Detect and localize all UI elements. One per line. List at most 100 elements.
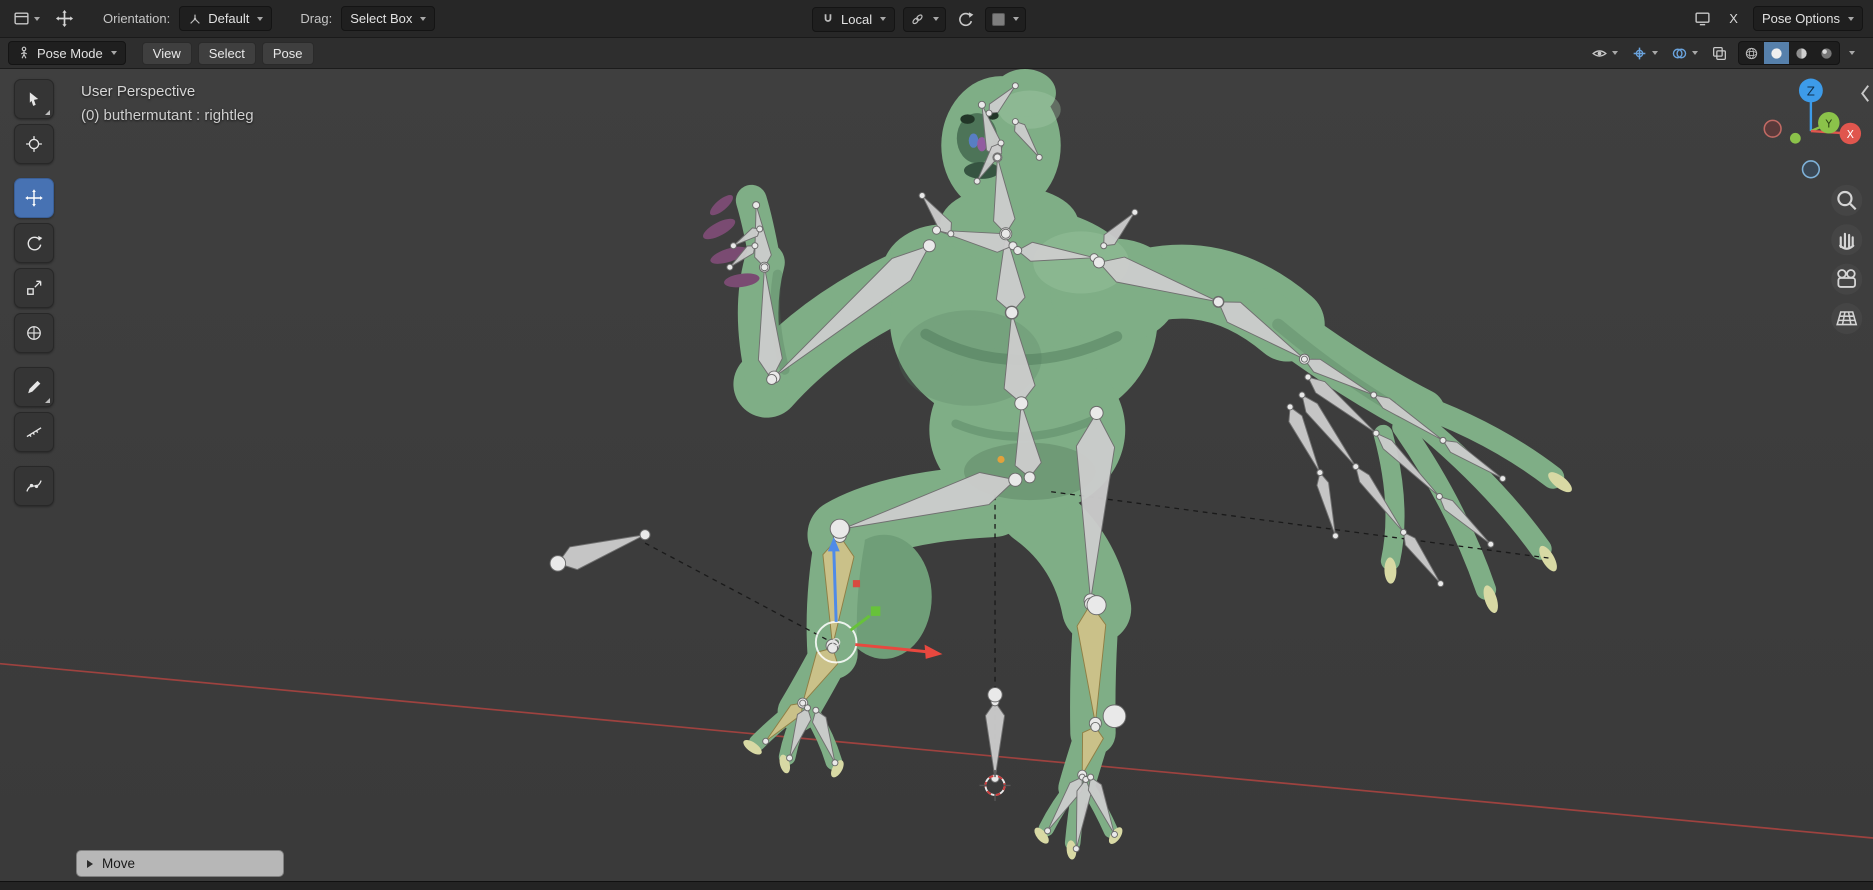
grid-x-axis-line xyxy=(0,662,1873,839)
falloff-swatch-icon xyxy=(992,12,1006,26)
snap-value: Local xyxy=(841,11,873,27)
chevron-down-icon xyxy=(1013,17,1020,21)
wireframe-sphere-icon xyxy=(1745,47,1758,59)
3d-cursor-icon xyxy=(26,136,42,152)
sidebar-toggle-arrow[interactable] xyxy=(1861,85,1869,102)
orthographic-toggle-button[interactable] xyxy=(1831,303,1863,335)
topbar: Orientation: Default Drag: Select Box Lo… xyxy=(0,0,1873,38)
chevron-down-icon xyxy=(880,17,887,21)
shading-material-button[interactable] xyxy=(1789,42,1814,64)
active-object-label: (0) buthermutant : rightleg xyxy=(81,107,254,124)
chevron-down-icon xyxy=(1848,16,1854,21)
expand-arrow-icon xyxy=(87,859,93,868)
camera-view-button[interactable] xyxy=(1831,263,1863,295)
drag-value: Select Box xyxy=(350,11,413,26)
scale-icon xyxy=(27,280,42,295)
pose-options-label: Pose Options xyxy=(1761,11,1840,26)
header-right-cluster xyxy=(1588,41,1865,65)
status-bar-strip xyxy=(0,881,1873,890)
eye-icon xyxy=(1592,49,1607,57)
active-tool-indicator[interactable] xyxy=(52,7,77,30)
rendered-sphere-icon xyxy=(1821,47,1832,59)
falloff-dropdown[interactable] xyxy=(985,6,1027,32)
orientation-icon xyxy=(190,14,201,24)
drag-dropdown[interactable]: Select Box xyxy=(341,6,436,31)
tool-tweak-select[interactable] xyxy=(14,79,54,119)
chevron-down-icon xyxy=(933,17,940,21)
link-icon xyxy=(912,13,923,24)
orientation-value: Default xyxy=(208,11,250,26)
breakdowner-curve-icon xyxy=(26,480,42,492)
gizmo-icon xyxy=(1633,47,1646,59)
snap-magnet-icon xyxy=(824,14,832,22)
snap-with-dropdown[interactable] xyxy=(903,6,947,32)
shading-rendered-button[interactable] xyxy=(1814,42,1839,64)
tool-transform[interactable] xyxy=(14,313,54,353)
proportional-editing-toggle[interactable] xyxy=(954,9,977,30)
viewport-3d[interactable]: Z Y X User Perspective (0) buthermutant … xyxy=(0,69,1873,881)
menu-pose[interactable]: Pose xyxy=(261,41,314,65)
viewport-canvas[interactable]: Z Y X xyxy=(0,69,1873,881)
chevron-down-icon xyxy=(257,16,264,21)
display-icon xyxy=(1695,12,1710,26)
topbar-right-cluster: X Pose Options xyxy=(1691,6,1863,31)
pan-button[interactable] xyxy=(1831,224,1863,256)
view-perspective-label: User Perspective xyxy=(81,83,196,100)
tool-annotate[interactable] xyxy=(14,367,54,407)
close-button[interactable]: X xyxy=(1723,9,1744,28)
snap-dropdown[interactable]: Local xyxy=(812,6,896,32)
tool-scale[interactable] xyxy=(14,268,54,308)
zoom-button[interactable] xyxy=(1831,184,1863,216)
tool-cursor[interactable] xyxy=(14,124,54,164)
shading-wireframe-button[interactable] xyxy=(1739,42,1764,64)
editor-type-icon xyxy=(14,12,29,25)
tool-pose-breakdowner[interactable] xyxy=(14,466,54,506)
visibility-dropdown[interactable] xyxy=(1588,43,1621,64)
axis-ball-z-neg[interactable] xyxy=(1801,160,1821,179)
menu-view[interactable]: View xyxy=(141,41,192,65)
subtool-indicator xyxy=(45,398,50,403)
select-cursor-icon xyxy=(29,92,39,106)
overlays-icon xyxy=(1672,48,1687,58)
creature-body[interactable] xyxy=(700,69,1575,860)
axis-ball-x-neg[interactable] xyxy=(1763,119,1782,138)
tool-measure[interactable] xyxy=(14,412,54,452)
chevron-down-icon xyxy=(1612,51,1618,55)
operator-panel-label: Move xyxy=(102,856,136,871)
move-icon xyxy=(25,189,43,207)
tool-shelf xyxy=(14,79,54,511)
chevron-down-icon xyxy=(420,16,427,21)
tool-move[interactable] xyxy=(14,178,54,218)
chevron-down-icon xyxy=(34,16,40,21)
object-origin-dot xyxy=(997,455,1005,464)
rotate-icon xyxy=(27,235,43,251)
mode-value: Pose Mode xyxy=(37,45,103,61)
shading-mode-group xyxy=(1738,41,1840,65)
orientation-dropdown[interactable]: Default xyxy=(179,6,273,31)
xray-toggle[interactable] xyxy=(1708,43,1731,64)
topbar-center-cluster: Local xyxy=(812,0,1027,38)
axis-label-z: Z xyxy=(1807,84,1815,98)
display-button[interactable] xyxy=(1691,8,1714,29)
orientation-label: Orientation: xyxy=(103,11,171,26)
tool-rotate[interactable] xyxy=(14,223,54,263)
3d-cursor xyxy=(979,769,1011,801)
operator-panel-move[interactable]: Move xyxy=(76,850,284,877)
drag-label: Drag: xyxy=(300,11,333,26)
navigation-gizmo[interactable]: Z Y X xyxy=(1763,78,1862,179)
axis-label-y: Y xyxy=(1825,118,1833,131)
chevron-down-icon xyxy=(110,51,117,55)
mode-dropdown[interactable]: Pose Mode xyxy=(8,41,126,65)
shading-solid-button[interactable] xyxy=(1764,42,1789,64)
subtool-indicator xyxy=(45,110,50,115)
pose-mode-icon xyxy=(20,46,28,59)
chevron-down-icon xyxy=(1692,51,1698,55)
gizmos-dropdown[interactable] xyxy=(1628,43,1661,64)
editor-type-button[interactable] xyxy=(10,8,43,29)
xray-icon xyxy=(1713,46,1726,60)
axis-ball-y-neg[interactable] xyxy=(1789,132,1801,144)
pose-options-dropdown[interactable]: Pose Options xyxy=(1752,6,1863,31)
menu-select[interactable]: Select xyxy=(197,41,256,65)
overlays-dropdown[interactable] xyxy=(1668,43,1701,64)
blender-window: Orientation: Default Drag: Select Box Lo… xyxy=(0,0,1873,890)
